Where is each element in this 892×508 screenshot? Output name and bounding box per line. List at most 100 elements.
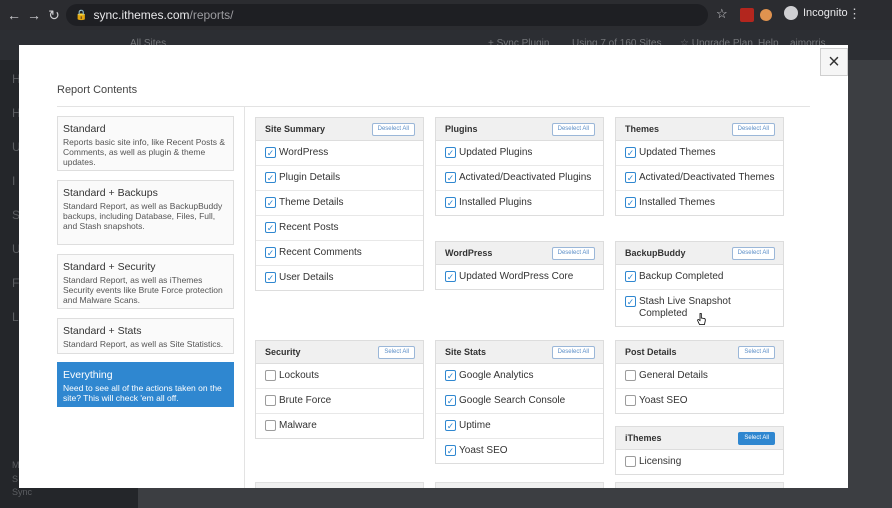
checkbox-checked-icon[interactable]: ✓: [265, 147, 276, 158]
cookie-extension-icon[interactable]: [760, 9, 772, 21]
preset-everything[interactable]: Everything Need to see all of the action…: [57, 362, 234, 407]
checkbox-checked-icon[interactable]: ✓: [265, 272, 276, 283]
group-header: Plugins Deselect All: [436, 118, 603, 141]
checkbox-unchecked-icon[interactable]: [265, 395, 276, 406]
checkbox-item[interactable]: Licensing: [616, 450, 783, 474]
checkbox-item[interactable]: ✓ Installed Plugins: [436, 191, 603, 215]
checkbox-checked-icon[interactable]: ✓: [625, 197, 636, 208]
checkbox-checked-icon[interactable]: ✓: [625, 147, 636, 158]
checkbox-label: Licensing: [639, 456, 682, 467]
checkbox-item[interactable]: ✓ Google Analytics: [436, 364, 603, 389]
checkbox-checked-icon[interactable]: ✓: [445, 445, 456, 456]
checkbox-label: Updated Themes: [639, 147, 716, 158]
checkbox-item[interactable]: ✓ Plugin Details: [256, 166, 423, 191]
group-title: Themes: [625, 124, 660, 134]
group-partial: [615, 482, 784, 488]
checkbox-item[interactable]: ✓ Updated WordPress Core: [436, 265, 603, 289]
preset-title: Standard: [63, 123, 106, 135]
bg-footer-item: Sync: [12, 487, 33, 497]
checkbox-checked-icon[interactable]: ✓: [265, 172, 276, 183]
checkbox-checked-icon[interactable]: ✓: [625, 172, 636, 183]
checkbox-item[interactable]: ✓ Yoast SEO: [436, 439, 603, 463]
checkbox-checked-icon[interactable]: ✓: [625, 271, 636, 282]
checkbox-checked-icon[interactable]: ✓: [265, 197, 276, 208]
reload-icon[interactable]: ↻: [44, 7, 64, 24]
select-all-button[interactable]: Select All: [738, 345, 775, 359]
checkbox-item[interactable]: ✓ Theme Details: [256, 191, 423, 216]
checkbox-checked-icon[interactable]: ✓: [445, 197, 456, 208]
incognito-indicator[interactable]: Incognito: [784, 6, 848, 20]
preset-description: Standard Report, as well as BackupBuddy …: [63, 201, 223, 231]
checkbox-item[interactable]: ✓ Updated Plugins: [436, 141, 603, 166]
checkbox-label: User Details: [279, 272, 334, 283]
checkbox-item[interactable]: ✓ Backup Completed: [616, 265, 783, 290]
checkbox-item[interactable]: ✓ User Details: [256, 266, 423, 290]
preset-description: Reports basic site info, like Recent Pos…: [63, 137, 226, 167]
checkbox-unchecked-icon[interactable]: [625, 395, 636, 406]
checkbox-label: Activated/Deactivated Themes: [639, 172, 775, 183]
select-all-button[interactable]: Select All: [378, 345, 415, 359]
checkbox-item[interactable]: ✓ Updated Themes: [616, 141, 783, 166]
deselect-all-button[interactable]: Deselect All: [551, 345, 595, 359]
select-all-button[interactable]: Select All: [738, 431, 775, 445]
checkbox-checked-icon[interactable]: ✓: [625, 296, 636, 307]
checkbox-unchecked-icon[interactable]: [265, 370, 276, 381]
preset-standard[interactable]: Standard Reports basic site info, like R…: [57, 116, 234, 171]
checkbox-unchecked-icon[interactable]: [625, 456, 636, 467]
preset-standard-backups[interactable]: Standard + Backups Standard Report, as w…: [57, 180, 234, 245]
group-header: Site Summary Deselect All: [256, 118, 423, 141]
checkbox-checked-icon[interactable]: ✓: [445, 271, 456, 282]
preset-standard-stats[interactable]: Standard + Stats Standard Report, as wel…: [57, 318, 234, 354]
checkbox-item[interactable]: General Details: [616, 364, 783, 389]
checkbox-item[interactable]: ✓ Activated/Deactivated Plugins: [436, 166, 603, 191]
browser-menu-icon[interactable]: ⋮: [848, 6, 861, 22]
checkbox-item[interactable]: ✓ Recent Posts: [256, 216, 423, 241]
preset-description: Need to see all of the actions taken on …: [63, 383, 222, 403]
incognito-label: Incognito: [803, 7, 848, 19]
deselect-all-button[interactable]: Deselect All: [551, 122, 595, 136]
checkbox-label: Installed Plugins: [459, 197, 532, 208]
checkbox-checked-icon[interactable]: ✓: [445, 172, 456, 183]
group-header: Security Select All: [256, 341, 423, 364]
address-bar[interactable]: 🔒 sync.ithemes.com/reports/: [66, 4, 708, 26]
checkbox-item[interactable]: ✓ WordPress: [256, 141, 423, 166]
forward-arrow-icon[interactable]: →: [24, 7, 44, 23]
hand-cursor-icon: [697, 313, 706, 325]
checkbox-label: Activated/Deactivated Plugins: [459, 172, 592, 183]
deselect-all-button[interactable]: Deselect All: [731, 122, 775, 136]
checkbox-label: Recent Comments: [279, 247, 362, 258]
checkbox-label: Uptime: [459, 420, 491, 431]
extension-icon[interactable]: [740, 8, 754, 22]
checkbox-label: Theme Details: [279, 197, 344, 208]
checkbox-checked-icon[interactable]: ✓: [445, 395, 456, 406]
checkbox-unchecked-icon[interactable]: [265, 420, 276, 431]
checkbox-item[interactable]: ✓ Google Search Console: [436, 389, 603, 414]
deselect-all-button[interactable]: Deselect All: [371, 122, 415, 136]
preset-title: Standard + Security: [63, 261, 156, 273]
bookmark-star-icon[interactable]: ☆: [716, 6, 728, 22]
preset-standard-security[interactable]: Standard + Security Standard Report, as …: [57, 254, 234, 309]
checkbox-item[interactable]: ✓ Uptime: [436, 414, 603, 439]
checkbox-checked-icon[interactable]: ✓: [265, 247, 276, 258]
deselect-all-button[interactable]: Deselect All: [551, 246, 595, 260]
checkbox-checked-icon[interactable]: ✓: [445, 147, 456, 158]
preset-description: Standard Report, as well as Site Statist…: [63, 339, 224, 349]
checkbox-checked-icon[interactable]: ✓: [445, 420, 456, 431]
checkbox-item[interactable]: Malware: [256, 414, 423, 438]
group-title: Plugins: [445, 124, 478, 134]
back-arrow-icon[interactable]: ←: [4, 7, 24, 23]
deselect-all-button[interactable]: Deselect All: [731, 246, 775, 260]
group-header: Site Stats Deselect All: [436, 341, 603, 364]
checkbox-item[interactable]: Lockouts: [256, 364, 423, 389]
checkbox-checked-icon[interactable]: ✓: [445, 370, 456, 381]
checkbox-label: Updated Plugins: [459, 147, 533, 158]
close-button[interactable]: ×: [820, 48, 848, 76]
checkbox-item[interactable]: ✓ Recent Comments: [256, 241, 423, 266]
checkbox-checked-icon[interactable]: ✓: [265, 222, 276, 233]
checkbox-unchecked-icon[interactable]: [625, 370, 636, 381]
checkbox-item[interactable]: ✓ Activated/Deactivated Themes: [616, 166, 783, 191]
bg-side-item: I: [12, 174, 16, 188]
checkbox-item[interactable]: Yoast SEO: [616, 389, 783, 413]
checkbox-item[interactable]: ✓ Installed Themes: [616, 191, 783, 215]
checkbox-item[interactable]: Brute Force: [256, 389, 423, 414]
